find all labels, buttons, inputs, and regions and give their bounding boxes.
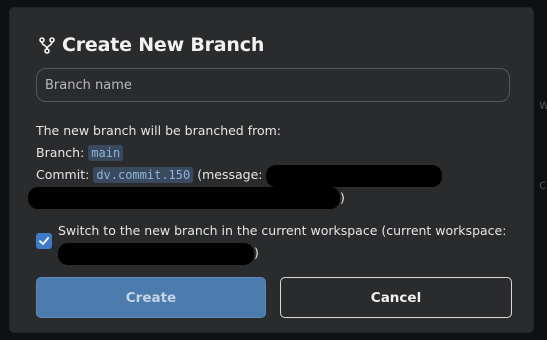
cancel-button[interactable]: Cancel [280, 277, 512, 318]
switch-workspace-suffix: ) [254, 245, 259, 260]
dialog-header: Create New Branch [38, 32, 264, 58]
switch-workspace-option[interactable]: Switch to the new branch in the current … [36, 220, 516, 265]
source-commit-line: Commit: dv.commit.150 (message: [36, 164, 516, 187]
switch-workspace-checkbox[interactable] [36, 233, 52, 249]
source-commit-value: dv.commit.150 [93, 167, 194, 183]
create-button[interactable]: Create [36, 277, 266, 318]
commit-message-prefix: (message: [197, 167, 263, 182]
branch-source-intro: The new branch will be branched from: [36, 123, 282, 138]
dialog-title: Create New Branch [62, 34, 265, 56]
branch-name-input[interactable] [36, 68, 510, 102]
redacted-commit-message [28, 187, 340, 209]
commit-message-continuation: ) [28, 187, 516, 209]
switch-workspace-label: Switch to the new branch in the current … [58, 220, 516, 265]
create-branch-dialog: Create New Branch The new branch will be… [10, 8, 533, 332]
source-branch-line: Branch: main [36, 142, 516, 164]
commit-label: Commit: [36, 167, 90, 182]
background-fragment: w [539, 98, 547, 113]
commit-message-suffix: ) [340, 189, 345, 205]
switch-workspace-text: Switch to the new branch in the current … [58, 223, 507, 238]
branch-label: Branch: [36, 145, 85, 160]
redacted-workspace-name [58, 242, 254, 265]
branch-source-info: The new branch will be branched from: Br… [28, 120, 516, 209]
source-branch-value: main [88, 145, 124, 161]
redacted-commit-message [266, 164, 443, 187]
background-fragment: c [539, 178, 547, 193]
checkmark-icon [39, 237, 50, 245]
git-branch-icon [38, 36, 56, 54]
